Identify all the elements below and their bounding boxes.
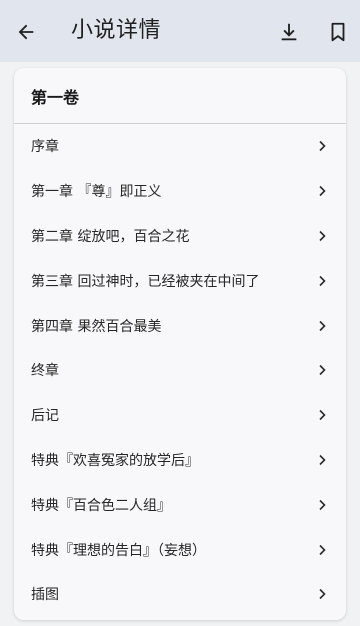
app-bar: 小说详情 bbox=[0, 0, 360, 62]
chapter-label: 第二章 绽放吧，百合之花 bbox=[31, 228, 190, 245]
chevron-right-icon bbox=[319, 544, 326, 555]
chapter-item[interactable]: 第三章 回过神时，已经被夹在中间了 bbox=[14, 258, 346, 303]
chapter-item[interactable]: 特典『理想的告白』（妄想） bbox=[14, 527, 346, 572]
chapter-item[interactable]: 第一章 『尊』即正义 bbox=[14, 169, 346, 214]
chapter-item[interactable]: 特典『欢喜冤家的放学后』 bbox=[14, 438, 346, 483]
chapter-item[interactable]: 插图 bbox=[14, 572, 346, 617]
chapter-item[interactable]: 序章 bbox=[14, 124, 346, 169]
chevron-right-icon bbox=[319, 454, 326, 466]
chevron-right-icon bbox=[319, 186, 326, 197]
volume-title: 第一卷 bbox=[14, 68, 346, 124]
chapter-label: 第四章 果然百合最美 bbox=[31, 318, 162, 335]
chevron-right-icon bbox=[319, 141, 326, 152]
chapter-label: 特典『欢喜冤家的放学后』 bbox=[31, 452, 199, 469]
chevron-right-icon bbox=[319, 365, 326, 376]
chapter-item[interactable]: 后记 bbox=[14, 393, 346, 438]
chapter-item[interactable]: 终章 bbox=[14, 348, 346, 393]
chapter-item[interactable]: 特典『百合色二人组』 bbox=[14, 482, 346, 527]
chevron-right-icon bbox=[319, 589, 326, 600]
chapter-label: 序章 bbox=[31, 139, 59, 156]
chapter-label: 特典『百合色二人组』 bbox=[31, 497, 171, 514]
chapter-label: 特典『理想的告白』（妄想） bbox=[31, 542, 206, 559]
chapter-label: 第一章 『尊』即正义 bbox=[31, 184, 162, 201]
chapter-list: 序章 第一章 『尊』即正义 第二章 绽放吧，百合之花 第三章 回过神时，已经被夹… bbox=[14, 124, 346, 617]
chevron-right-icon bbox=[319, 410, 326, 421]
chevron-right-icon bbox=[319, 275, 326, 286]
chevron-right-icon bbox=[319, 230, 326, 242]
chapter-label: 后记 bbox=[31, 408, 59, 425]
chapter-item[interactable]: 第二章 绽放吧，百合之花 bbox=[14, 214, 346, 259]
arrow-back-icon bbox=[18, 24, 34, 40]
back-button[interactable] bbox=[2, 8, 50, 56]
bookmark-button[interactable] bbox=[314, 8, 360, 56]
chevron-right-icon bbox=[319, 320, 326, 331]
chapter-item[interactable]: 第四章 果然百合最美 bbox=[14, 303, 346, 348]
bookmark-icon bbox=[331, 22, 345, 42]
chapter-label: 第三章 回过神时，已经被夹在中间了 bbox=[31, 273, 260, 290]
chevron-right-icon bbox=[319, 499, 326, 510]
chapter-label: 终章 bbox=[31, 363, 59, 380]
download-icon bbox=[281, 23, 297, 41]
download-button[interactable] bbox=[265, 8, 313, 56]
volume-card: 第一卷 序章 第一章 『尊』即正义 第二章 绽放吧，百合之花 第三章 回过神时，… bbox=[14, 68, 346, 620]
page-title: 小说详情 bbox=[71, 18, 162, 43]
chapter-label: 插图 bbox=[31, 587, 59, 604]
